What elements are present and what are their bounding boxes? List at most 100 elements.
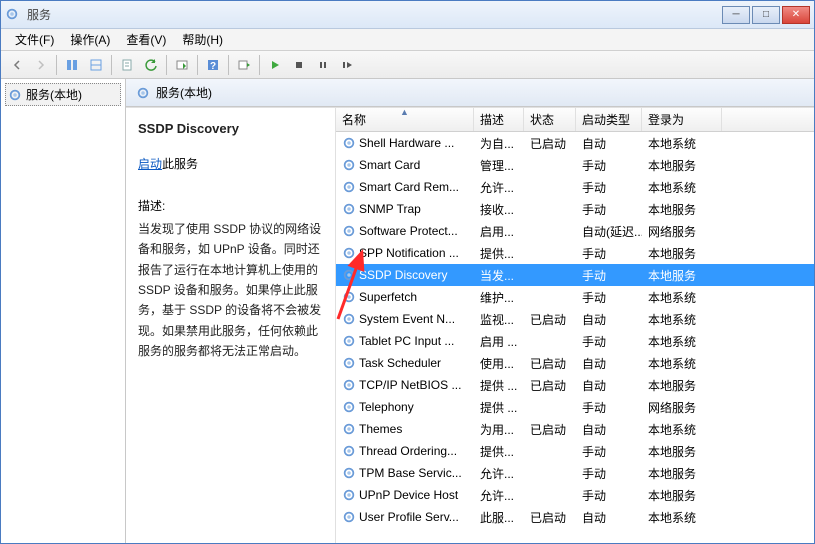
export-button[interactable] [171,54,193,76]
cell-logon: 本地服务 [642,157,722,174]
cell-startup: 手动 [576,333,642,350]
forward-button[interactable] [30,54,52,76]
services-list: ▲名称 描述 状态 启动类型 登录为 Shell Hardware ...为自.… [336,108,814,543]
cell-desc: 接收... [474,201,524,218]
back-button[interactable] [6,54,28,76]
gear-icon [136,86,150,100]
cell-logon: 本地系统 [642,333,722,350]
table-row[interactable]: Task Scheduler使用...已启动自动本地系统 [336,352,814,374]
action-run-button[interactable] [233,54,255,76]
gear-icon [342,466,356,480]
cell-name: TPM Base Servic... [336,466,474,480]
close-button[interactable]: ✕ [782,6,810,24]
gear-icon [342,246,356,260]
gear-icon [342,400,356,414]
table-row[interactable]: User Profile Serv...此服...已启动自动本地系统 [336,506,814,528]
column-logon[interactable]: 登录为 [642,108,722,131]
cell-startup: 自动 [576,355,642,372]
table-row[interactable]: TPM Base Servic...允许...手动本地服务 [336,462,814,484]
maximize-button[interactable]: □ [752,6,780,24]
gear-icon [342,334,356,348]
stop-button[interactable] [288,54,310,76]
column-desc[interactable]: 描述 [474,108,524,131]
cell-desc: 为自... [474,135,524,152]
gear-icon [342,510,356,524]
table-row[interactable]: Themes为用...已启动自动本地系统 [336,418,814,440]
cell-startup: 手动 [576,487,642,504]
restart-button[interactable] [336,54,358,76]
separator [56,55,57,75]
minimize-button[interactable]: ─ [722,6,750,24]
window-buttons: ─ □ ✕ [720,6,810,24]
view-detail-button[interactable] [61,54,83,76]
table-row[interactable]: Superfetch维护...手动本地系统 [336,286,814,308]
cell-name: Software Protect... [336,224,474,238]
list-body[interactable]: Shell Hardware ...为自...已启动自动本地系统Smart Ca… [336,132,814,528]
table-row[interactable]: SNMP Trap接收...手动本地服务 [336,198,814,220]
tree-pane[interactable]: 服务(本地) [1,79,126,543]
cell-desc: 监视... [474,311,524,328]
cell-name: Smart Card Rem... [336,180,474,194]
separator [166,55,167,75]
table-row[interactable]: SPP Notification ...提供...手动本地服务 [336,242,814,264]
table-row[interactable]: Shell Hardware ...为自...已启动自动本地系统 [336,132,814,154]
menu-help[interactable]: 帮助(H) [174,29,231,50]
cell-startup: 手动 [576,201,642,218]
cell-name: SNMP Trap [336,202,474,216]
table-row[interactable]: UPnP Device Host允许...手动本地服务 [336,484,814,506]
menu-file[interactable]: 文件(F) [7,29,62,50]
services-window: 服务 ─ □ ✕ 文件(F) 操作(A) 查看(V) 帮助(H) ? [0,0,815,544]
cell-logon: 本地系统 [642,135,722,152]
table-row[interactable]: TCP/IP NetBIOS ...提供 ...已启动自动本地服务 [336,374,814,396]
separator [228,55,229,75]
table-row[interactable]: Thread Ordering...提供...手动本地服务 [336,440,814,462]
table-row[interactable]: Telephony提供 ...手动网络服务 [336,396,814,418]
table-row[interactable]: System Event N...监视...已启动自动本地系统 [336,308,814,330]
cell-logon: 本地服务 [642,377,722,394]
cell-desc: 启用... [474,223,524,240]
column-name[interactable]: ▲名称 [336,108,474,131]
gear-icon [342,180,356,194]
separator [111,55,112,75]
pane-header: 服务(本地) [126,79,814,107]
table-row[interactable]: Software Protect...启用...自动(延迟...网络服务 [336,220,814,242]
pane-body: SSDP Discovery 启动此服务 描述: 当发现了使用 SSDP 协议的… [126,107,814,543]
table-row[interactable]: Smart Card管理...手动本地服务 [336,154,814,176]
cell-desc: 为用... [474,421,524,438]
svg-text:?: ? [210,61,216,72]
cell-desc: 提供... [474,245,524,262]
cell-name: System Event N... [336,312,474,326]
table-row[interactable]: Tablet PC Input ...启用 ...手动本地系统 [336,330,814,352]
tree-node-label: 服务(本地) [26,86,82,103]
cell-name: User Profile Serv... [336,510,474,524]
cell-name: Smart Card [336,158,474,172]
start-button[interactable] [264,54,286,76]
cell-desc: 提供 ... [474,377,524,394]
description-label: 描述: [138,196,323,216]
start-link[interactable]: 启动 [138,157,162,171]
column-status[interactable]: 状态 [524,108,576,131]
cell-startup: 手动 [576,399,642,416]
cell-name: Superfetch [336,290,474,304]
table-row[interactable]: Smart Card Rem...允许...手动本地系统 [336,176,814,198]
cell-logon: 本地系统 [642,355,722,372]
cell-name: Task Scheduler [336,356,474,370]
separator [197,55,198,75]
refresh-button[interactable] [140,54,162,76]
cell-name: SPP Notification ... [336,246,474,260]
tree-node-services-local[interactable]: 服务(本地) [5,83,121,106]
titlebar[interactable]: 服务 ─ □ ✕ [1,1,814,29]
gear-icon [342,202,356,216]
table-row[interactable]: SSDP Discovery当发...手动本地服务 [336,264,814,286]
service-name: SSDP Discovery [138,118,323,140]
menu-view[interactable]: 查看(V) [118,29,174,50]
pause-button[interactable] [312,54,334,76]
cell-logon: 网络服务 [642,399,722,416]
help-button[interactable]: ? [202,54,224,76]
menu-action[interactable]: 操作(A) [62,29,118,50]
cell-startup: 自动 [576,311,642,328]
properties-button[interactable] [116,54,138,76]
view-list-button[interactable] [85,54,107,76]
cell-name: SSDP Discovery [336,268,474,282]
column-startup[interactable]: 启动类型 [576,108,642,131]
